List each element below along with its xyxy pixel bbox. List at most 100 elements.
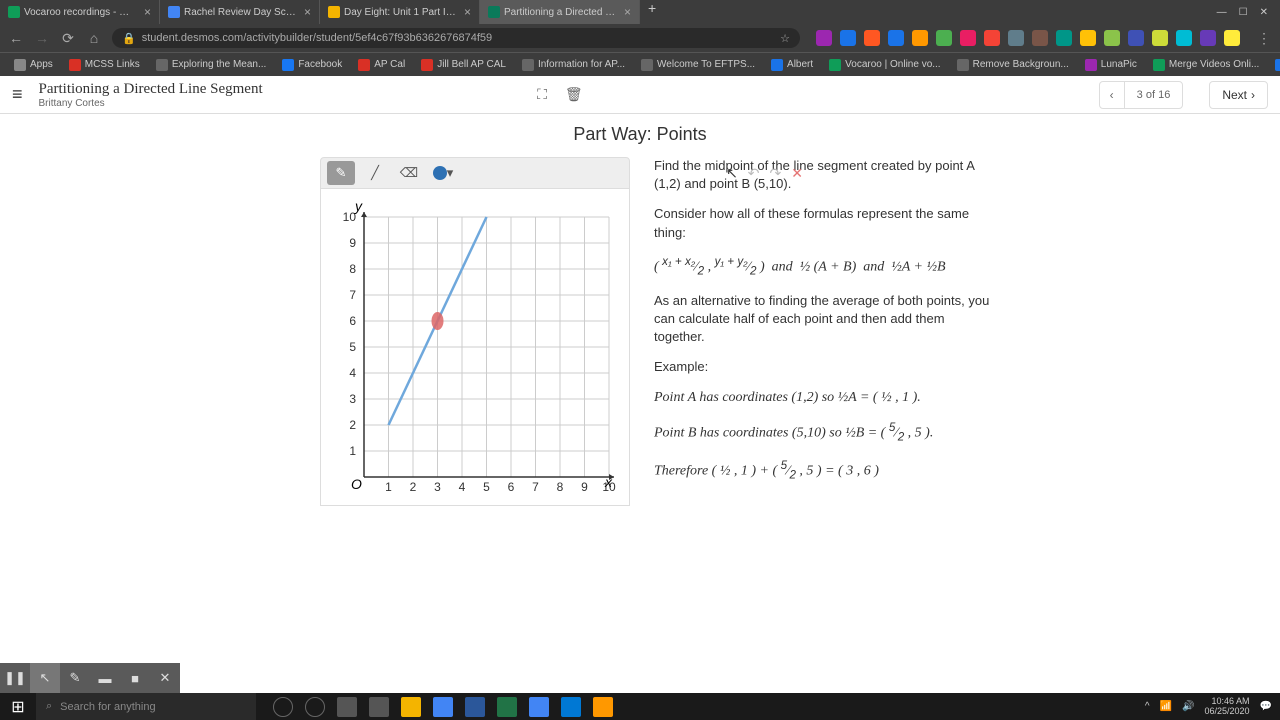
svg-text:7: 7 [532,480,539,494]
clear-icon[interactable]: ✕ [791,165,803,182]
extension-icon[interactable] [936,30,952,46]
extension-icon[interactable] [912,30,928,46]
bookmark-item[interactable]: AP Cal [352,59,411,71]
menu-icon[interactable]: ⋮ [1256,30,1272,47]
clock[interactable]: 10:46 AM 06/25/2020 [1205,697,1250,717]
taskbar-app[interactable] [332,693,362,720]
taskbar-app[interactable] [300,693,330,720]
extension-icon[interactable] [984,30,1000,46]
back-button[interactable]: ← [8,30,24,46]
close-icon[interactable]: × [144,5,151,19]
tray-chevron-icon[interactable]: ^ [1145,701,1150,712]
extension-icon[interactable] [864,30,880,46]
prev-page-button[interactable]: ‹ [1100,82,1125,108]
taskbar-app[interactable] [524,693,554,720]
bookmark-item[interactable]: MCSS Links [63,59,146,71]
wifi-icon[interactable]: 📶 [1160,701,1172,712]
bookmark-item[interactable]: Jill Bell AP CAL [415,59,512,71]
cursor-button[interactable]: ↖ [30,663,60,693]
extension-icon[interactable] [960,30,976,46]
maximize-icon[interactable]: ☐ [1239,7,1248,18]
extension-icon[interactable] [1152,30,1168,46]
bookmark-item[interactable]: Remove Backgroun... [951,59,1075,71]
extension-icon[interactable] [840,30,856,46]
browser-tab-active[interactable]: Partitioning a Directed Line Segm × [480,0,640,24]
extension-icon[interactable] [888,30,904,46]
extension-icon[interactable] [1032,30,1048,46]
highlighter-button[interactable]: ▬ [90,663,120,693]
taskbar-app[interactable] [556,693,586,720]
fullscreen-icon[interactable]: ⛶ [537,86,547,103]
extension-icon[interactable] [816,30,832,46]
eraser-tool[interactable]: ⌫ [395,161,423,185]
taskbar-search[interactable]: ⌕ Search for anything [36,693,256,720]
browser-tab[interactable]: Rachel Review Day Script - Goog × [160,0,320,24]
close-recorder-button[interactable]: ✕ [150,663,180,693]
extension-icon[interactable] [1104,30,1120,46]
bookmark-item[interactable]: Merge Videos Onli... [1147,59,1265,71]
bookmark-item[interactable]: Securly [1269,59,1280,71]
extension-icon[interactable] [1128,30,1144,46]
bookmark-item[interactable]: LunaPic [1079,59,1143,71]
bookmark-item[interactable]: Facebook [276,59,348,71]
bookmark-item[interactable]: Welcome To EFTPS... [635,59,761,71]
close-window-icon[interactable]: ✕ [1260,7,1268,18]
volume-icon[interactable]: 🔊 [1182,701,1194,712]
browser-tab[interactable]: Vocaroo recordings - Google Dr × [0,0,160,24]
bookmark-item[interactable]: Albert [765,59,819,71]
svg-text:y: y [354,198,363,214]
minimize-icon[interactable]: — [1217,7,1227,18]
next-page-button[interactable]: Next› [1209,81,1268,109]
trash-icon[interactable]: 🗑 [565,86,583,103]
svg-text:O: O [351,476,362,492]
undo-icon[interactable]: ↶ [748,165,760,182]
bookmarks-bar: Apps MCSS Links Exploring the Mean...Faceb… [0,52,1280,76]
taskbar-app[interactable] [428,693,458,720]
camera-button[interactable]: ■ [120,663,150,693]
address-bar[interactable]: 🔒 student.desmos.com/activitybuilder/stu… [112,28,800,48]
notifications-icon[interactable]: 💬 [1260,701,1272,712]
bookmark-item[interactable]: Information for AP... [516,59,631,71]
svg-text:4: 4 [459,480,466,494]
start-button[interactable]: ⊞ [0,693,36,720]
taskbar-app[interactable] [268,693,298,720]
graph-canvas[interactable]: 1234567891012345678910 y x O [320,189,630,506]
close-icon[interactable]: × [304,5,311,19]
reload-button[interactable]: ⟳ [60,30,76,47]
hamburger-menu-icon[interactable]: ≡ [12,84,23,105]
forward-button[interactable]: → [34,30,50,46]
extension-icon[interactable] [1224,30,1240,46]
consider-text: Consider how all of these formulas repre… [654,205,994,241]
pause-button[interactable]: ❚❚ [0,663,30,693]
extension-icon[interactable] [1176,30,1192,46]
close-icon[interactable]: × [624,5,631,19]
taskbar-app[interactable] [588,693,618,720]
pen-button[interactable]: ✎ [60,663,90,693]
redo-icon[interactable]: ↷ [770,165,782,182]
color-picker[interactable]: ▾ [429,161,457,185]
home-button[interactable]: ⌂ [86,30,102,46]
extension-icon[interactable] [1080,30,1096,46]
example-label: Example: [654,358,994,376]
extension-icon[interactable] [1200,30,1216,46]
taskbar-app[interactable] [396,693,426,720]
new-tab-button[interactable]: + [640,0,664,24]
extension-icon[interactable] [1008,30,1024,46]
svg-text:3: 3 [434,480,441,494]
bookmark-item[interactable]: Vocaroo | Online vo... [823,59,946,71]
taskbar-app[interactable] [492,693,522,720]
line-tool[interactable]: ╱ [361,161,389,185]
page-indicator: 3 of 16 [1125,89,1183,101]
browser-tab[interactable]: Day Eight: Unit 1 Part I Review & × [320,0,480,24]
taskbar-app[interactable] [460,693,490,720]
svg-text:9: 9 [349,236,356,250]
svg-text:4: 4 [349,366,356,380]
bookmark-item[interactable]: Exploring the Mean... [150,59,273,71]
taskbar-app[interactable] [364,693,394,720]
star-icon[interactable]: ☆ [780,32,790,45]
svg-text:1: 1 [385,480,392,494]
pencil-tool[interactable]: ✎ [327,161,355,185]
bookmark-item[interactable]: Apps [8,59,59,71]
extension-icon[interactable] [1056,30,1072,46]
close-icon[interactable]: × [464,5,471,19]
